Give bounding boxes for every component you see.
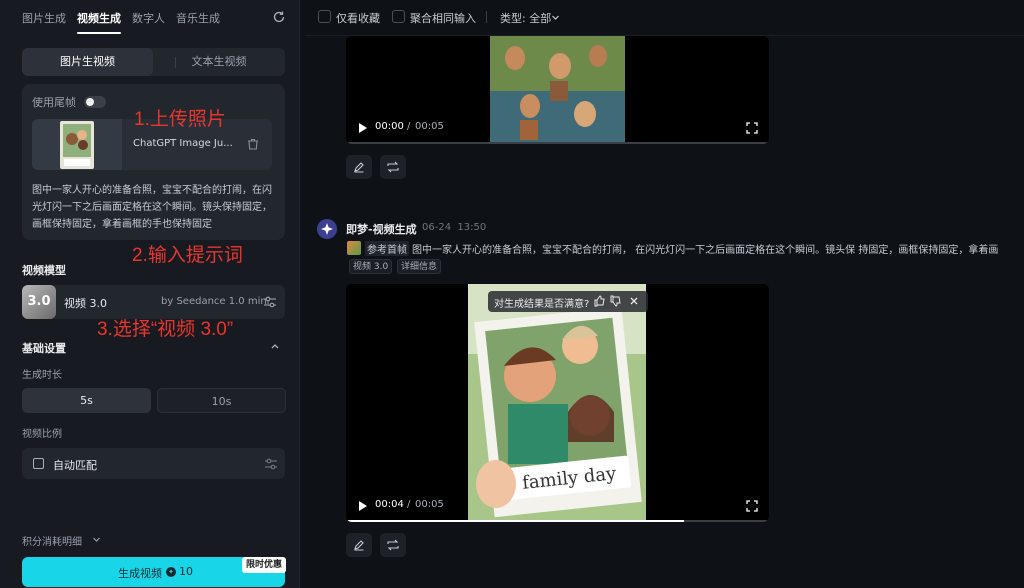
model-section-title: 视频模型 [22,264,66,277]
settings-sliders-icon[interactable] [264,457,278,471]
repeat-icon [387,161,399,173]
video-progress-1[interactable] [346,142,769,144]
time-separator: / [407,121,411,132]
divider [486,11,487,23]
uploaded-image-thumbnail [60,121,94,169]
cost-detail-link[interactable]: 积分消耗明细 [22,533,82,548]
promo-badge: 限时优惠 [242,557,287,573]
annotation-step-1: 1.上传照片 [134,109,226,130]
satisfaction-prompt: 对生成结果是否满意? [488,291,648,312]
message-prompt-text: 图中一家人开心的准备合照，宝宝不配合的打闹， 在闪光灯闪一下之后画面定格在这个瞬… [412,245,999,256]
ratio-label: 视频比例 [22,429,62,440]
close-icon[interactable] [629,296,639,306]
video-frame-villagers [490,36,625,144]
time-separator: / [407,499,411,510]
left-panel: 图片生成 视频生成 数字人 音乐生成 图片生视频 文本生视频 使用尾帧 Chat… [0,0,300,588]
thumbnail-frame [32,119,122,170]
fullscreen-icon[interactable] [746,500,758,512]
reference-thumbnail[interactable] [347,241,361,255]
mode-segmented-control: 图片生视频 文本生视频 [22,48,285,76]
type-filter[interactable]: 类型: 全部 [500,10,551,26]
fullscreen-icon[interactable] [746,122,758,134]
model-tag: 视频 3.0 [349,259,393,274]
model-badge: 3.0 [22,285,56,319]
satisfaction-text: 对生成结果是否满意? [494,299,590,310]
app-avatar-icon [317,219,337,239]
message-date: 06-24 13:50 [422,222,487,233]
favorites-checkbox[interactable] [318,10,331,23]
repeat-icon [387,539,399,551]
generate-label: 生成视频 [118,567,162,580]
toggle-knob [86,98,94,106]
video-current-time: 00:04 [375,499,404,510]
tab-text-to-video[interactable]: 文本生视频 [153,48,285,76]
basic-settings-title: 基础设置 [22,342,66,355]
prompt-input[interactable]: 图中一家人开心的准备合照，宝宝不配合的打闹，在闪光灯闪一下之后画面定格在这个瞬间… [32,182,277,233]
play-icon[interactable] [358,123,368,133]
settings-sliders-icon[interactable] [263,295,277,309]
tab-image-gen[interactable]: 图片生成 [22,10,66,26]
trash-icon[interactable] [246,137,260,151]
end-frame-label: 使用尾帧 [32,96,76,109]
tab-image-to-video[interactable]: 图片生视频 [22,48,153,76]
filter-bar: 仅看收藏 聚合相同输入 类型: 全部 [305,0,1024,36]
progress-fill [346,520,685,522]
edit-button[interactable] [346,533,372,557]
edit-button[interactable] [346,155,372,179]
refresh-icon[interactable] [272,10,286,24]
model-provider: by Seedance 1.0 mini [161,296,270,307]
reference-frame-label[interactable]: 参考首帧 [365,241,409,256]
detail-info-tag[interactable]: 详细信息 [397,259,442,274]
regenerate-button[interactable] [380,155,406,179]
duration-10s-button[interactable]: 10s [157,388,286,413]
video-progress-2[interactable] [346,520,769,522]
credit-coin-icon: ✦ [166,567,176,577]
end-frame-toggle[interactable] [84,96,106,108]
video-current-time: 00:00 [375,121,404,132]
merge-label[interactable]: 聚合相同输入 [410,10,476,26]
duration-5s-button[interactable]: 5s [22,388,151,413]
merge-checkbox[interactable] [392,10,405,23]
favorites-label[interactable]: 仅看收藏 [336,10,380,26]
chevron-down-icon[interactable] [551,13,560,22]
duration-label: 生成时长 [22,370,62,381]
thumbs-down-icon[interactable] [610,295,622,307]
chevron-down-icon[interactable] [92,535,101,544]
tab-music-gen[interactable]: 音乐生成 [176,10,220,26]
video-total-time: 00:05 [415,499,444,510]
tab-digital-human[interactable]: 数字人 [132,10,165,26]
video-player-2[interactable]: family day 对生成结果是否满意? 00:04 / 00:05 [346,284,769,522]
thumbs-up-icon[interactable] [594,295,606,307]
annotation-step-3: 3.选择“视频 3.0” [97,319,234,340]
model-name: 视频 3.0 [64,297,107,310]
ratio-value: 自动匹配 [53,459,97,472]
ratio-selector[interactable]: 自动匹配 [22,448,285,479]
annotation-step-2: 2.输入提示词 [132,245,243,266]
regenerate-button[interactable] [380,533,406,557]
aspect-ratio-icon [33,458,44,469]
video-total-time: 00:05 [415,121,444,132]
message-sender: 即梦-视频生成 [346,223,417,236]
play-icon[interactable] [358,501,368,511]
file-name: ChatGPT Image Ju... [133,138,233,149]
top-tab-bar: 图片生成 视频生成 数字人 音乐生成 [0,0,300,36]
pencil-icon [354,162,364,173]
tab-video-gen[interactable]: 视频生成 [77,10,121,34]
video-player-1[interactable]: 00:00 / 00:05 [346,36,769,144]
pencil-icon [354,540,364,551]
generate-cost: 10 [179,565,193,578]
chevron-up-icon[interactable] [270,341,280,351]
